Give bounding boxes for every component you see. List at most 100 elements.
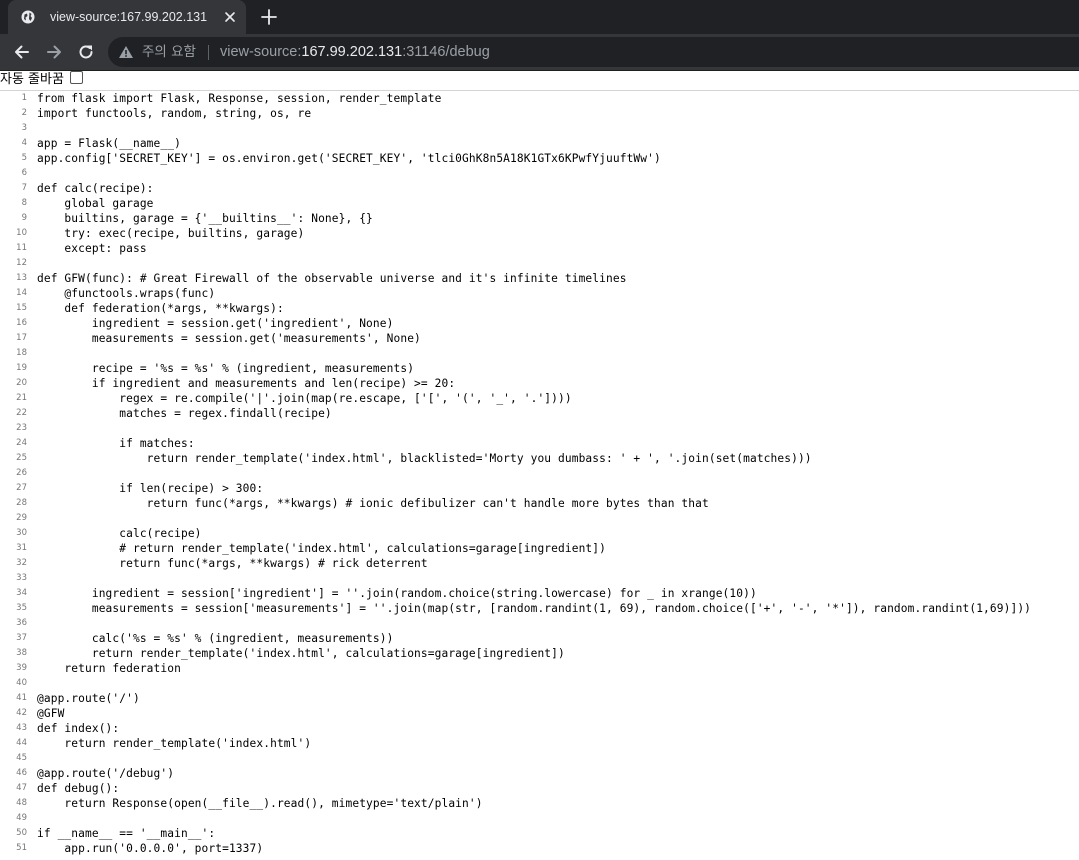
line-content: @functools.wraps(func) [37,287,216,300]
source-line: 20 if ingredient and measurements and le… [0,376,1079,391]
source-line: 44 return render_template('index.html') [0,736,1079,751]
line-content: recipe = '%s = %s' % (ingredient, measur… [37,362,415,375]
url-path: :31146/debug [402,44,490,60]
line-number: 11 [16,243,27,253]
source-line: 45 [0,751,1079,766]
source-line: 34 ingredient = session['ingredient'] = … [0,586,1079,601]
source-line: 4 app = Flask(__name__) [0,136,1079,151]
line-number: 40 [16,678,27,688]
source-line: 13 def GFW(func): # Great Firewall of the… [0,271,1079,286]
source-line: 47 def debug(): [0,781,1079,796]
line-number: 13 [16,273,27,283]
source-line: 33 [0,571,1079,586]
source-line: 14 @functools.wraps(func) [0,286,1079,301]
line-number: 51 [16,843,27,853]
line-number: 7 [21,183,27,193]
line-wrap-label: 자동 줄바꿈 [0,72,64,87]
line-content: return func(*args, **kwargs) # ionic def… [37,497,709,510]
source-line: 15 def federation(*args, **kwargs): [0,301,1079,316]
line-number: 22 [16,408,27,418]
line-number: 15 [16,303,27,313]
globe-icon [21,10,35,24]
line-number: 6 [21,168,27,178]
line-number: 32 [16,558,27,568]
url-host: 167.99.202.131 [301,44,403,60]
line-content: from flask import Flask, Response, sessi… [37,92,442,105]
source-line: 28 return func(*args, **kwargs) # ionic … [0,496,1079,511]
line-wrap-checkbox[interactable] [69,71,83,84]
line-number: 29 [16,513,27,523]
line-number: 41 [16,693,27,703]
line-number: 5 [21,153,27,163]
line-number: 48 [16,798,27,808]
source-line: 12 [0,256,1079,271]
source-line: 11 except: pass [0,241,1079,256]
close-icon[interactable] [223,10,237,24]
arrow-right-icon[interactable] [44,42,64,62]
source-line: 36 [0,616,1079,631]
url-text[interactable]: view-source:167.99.202.131:31146/debug [220,37,490,67]
line-content: import functools, random, string, os, re [37,107,312,120]
source-line: 27 if len(recipe) > 300: [0,481,1079,496]
source-line: 46 @app.route('/debug') [0,766,1079,781]
line-number: 9 [21,213,27,223]
line-content: return render_template('index.html') [37,737,312,750]
line-number: 31 [16,543,27,553]
line-number: 3 [21,123,27,133]
source-line: 43 def index(): [0,721,1079,736]
line-content: matches = regex.findall(recipe) [37,407,332,420]
source-line: 6 [0,166,1079,181]
line-number: 25 [16,453,27,463]
line-content: def debug(): [37,782,120,795]
line-number: 10 [16,228,27,238]
line-content: return Response(open(__file__).read(), m… [37,797,483,810]
browser-tab[interactable]: view-source:167.99.202.131:3114 [8,0,246,34]
line-content: def federation(*args, **kwargs): [37,302,284,315]
line-content: try: exec(recipe, builtins, garage) [37,227,305,240]
line-number: 24 [16,438,27,448]
source-line: 50 if __name__ == '__main__': [0,826,1079,841]
line-number: 26 [16,468,27,478]
address-bar[interactable]: 주의 요함 view-source:167.99.202.131:31146/d… [108,37,1079,67]
line-number: 4 [21,138,27,148]
source-line: 7 def calc(recipe): [0,181,1079,196]
line-number: 47 [16,783,27,793]
line-number: 45 [16,753,27,763]
source-line: 2 import functools, random, string, os, r… [0,106,1079,121]
line-content: calc(recipe) [37,527,202,540]
line-number: 37 [16,633,27,643]
line-content: regex = re.compile('|'.join(map(re.escap… [37,392,572,405]
plus-icon[interactable] [259,7,279,27]
line-content: return func(*args, **kwargs) # rick dete… [37,557,428,570]
security-warning-label[interactable]: 주의 요함 [142,37,196,67]
line-wrap-control: 자동 줄바꿈 [0,71,83,89]
source-line: 19 recipe = '%s = %s' % (ingredient, mea… [0,361,1079,376]
reload-icon[interactable] [76,42,96,62]
source-line: 25 return render_template('index.html', … [0,451,1079,466]
line-number: 23 [16,423,27,433]
line-number: 42 [16,708,27,718]
line-content: @GFW [37,707,65,720]
line-number: 46 [16,768,27,778]
source-line: 5 app.config['SECRET_KEY'] = os.environ.g… [0,151,1079,166]
source-line: 17 measurements = session.get('measureme… [0,331,1079,346]
line-content: calc('%s = %s' % (ingredient, measuremen… [37,632,394,645]
line-number: 14 [16,288,27,298]
line-content: app = Flask(__name__) [37,137,181,150]
warning-triangle-icon[interactable] [118,45,134,59]
source-line: 26 [0,466,1079,481]
line-content: return render_template('index.html', cal… [37,647,565,660]
line-content: if len(recipe) > 300: [37,482,264,495]
source-line: 10 try: exec(recipe, builtins, garage) [0,226,1079,241]
arrow-left-icon[interactable] [12,42,32,62]
line-number: 33 [16,573,27,583]
source-line: 30 calc(recipe) [0,526,1079,541]
source-line: 42 @GFW [0,706,1079,721]
line-number: 20 [16,378,27,388]
source-line: 51 app.run('0.0.0.0', port=1337) [0,841,1079,856]
omnibox-separator [208,45,209,60]
line-content: def index(): [37,722,120,735]
line-content: def GFW(func): # Great Firewall of the o… [37,272,627,285]
line-content: global garage [37,197,154,210]
line-content: ingredient = session.get('ingredient', N… [37,317,394,330]
